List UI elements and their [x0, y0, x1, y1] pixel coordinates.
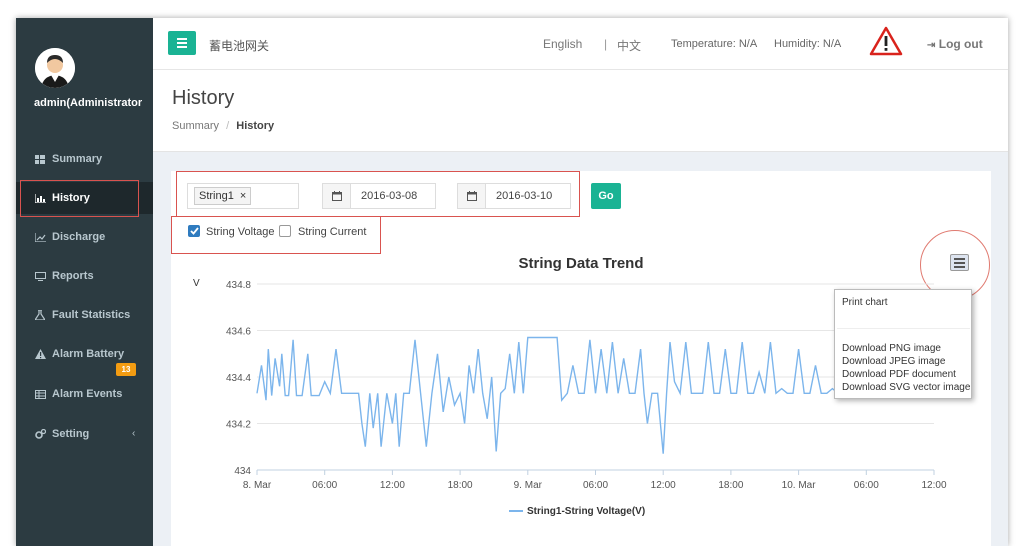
x-tick-label: 06:00	[312, 480, 337, 491]
sidebar-item-discharge[interactable]: Discharge	[16, 221, 153, 253]
y-tick-label: 434.8	[226, 280, 251, 291]
history-highlight-box	[20, 180, 139, 217]
sidebar-item-label: Alarm Events	[52, 388, 123, 400]
app-title: 蓄电池网关	[209, 39, 270, 53]
lang-english-link[interactable]: English	[543, 37, 582, 51]
alarm-warning-icon[interactable]	[869, 26, 903, 56]
y-axis-ticks: 434 434.2 434.4 434.6 434.8	[226, 280, 251, 477]
x-axis-ticks: 8. Mar 06:00 12:00 18:00 9. Mar 06:00 12:00 18:…	[243, 470, 947, 491]
y-tick-label: 434.4	[226, 373, 251, 384]
temperature-readout: Temperature: N/A	[671, 38, 758, 50]
user-avatar-icon	[35, 48, 75, 88]
logout-button[interactable]: ⇥ Log out	[927, 37, 983, 51]
sidebar-item-label: Summary	[52, 153, 103, 165]
dashboard-icon	[34, 153, 46, 165]
menu-item-print[interactable]: Print chart	[842, 297, 888, 308]
legend-item[interactable]: String1-String Voltage(V)	[527, 506, 645, 517]
warning-icon	[34, 348, 46, 360]
avatar	[35, 48, 75, 88]
chevron-left-icon[interactable]: ‹	[132, 428, 135, 439]
x-tick-label: 10. Mar	[782, 480, 817, 491]
y-tick-label: 434.2	[226, 420, 251, 431]
x-tick-label: 8. Mar	[243, 480, 272, 491]
menu-item-svg[interactable]: Download SVG vector image	[842, 382, 970, 393]
top-header: 蓄电池网关 English | 中文 Temperature: N/A Humi…	[153, 18, 1008, 70]
x-tick-label: 12:00	[651, 480, 676, 491]
flask-icon	[34, 309, 46, 321]
humidity-readout: Humidity: N/A	[774, 38, 842, 50]
sidebar: admin(Administrator Summary History Disc…	[16, 18, 153, 546]
x-tick-label: 18:00	[718, 480, 743, 491]
page-title: History	[172, 87, 235, 109]
y-tick-label: 434	[234, 466, 251, 477]
sign-out-icon: ⇥	[927, 40, 936, 51]
menu-item-png[interactable]: Download PNG image	[842, 343, 941, 354]
table-icon	[34, 388, 46, 400]
x-tick-label: 12:00	[921, 480, 946, 491]
x-tick-label: 18:00	[448, 480, 473, 491]
alarm-count-badge: 13	[116, 363, 136, 376]
content-header: History Summary / History	[153, 70, 1008, 152]
x-tick-label: 12:00	[380, 480, 405, 491]
chart-grid	[257, 283, 934, 471]
menu-divider	[837, 328, 970, 329]
sidebar-item-label: Discharge	[52, 231, 106, 243]
sidebar-item-label: Setting	[52, 428, 90, 440]
lang-separator: |	[604, 37, 608, 51]
sidebar-item-fault-statistics[interactable]: Fault Statistics	[16, 299, 153, 331]
breadcrumb: Summary / History	[172, 120, 274, 132]
line-chart-icon	[34, 231, 46, 243]
y-axis-label: V	[193, 278, 200, 289]
user-name: admin(Administrator	[34, 97, 143, 109]
app-window: admin(Administrator Summary History Disc…	[16, 18, 1008, 546]
x-tick-label: 06:00	[854, 480, 879, 491]
sidebar-item-alarm-events[interactable]: Alarm Events	[16, 378, 153, 410]
menu-toggle-button[interactable]	[168, 31, 196, 55]
x-tick-label: 06:00	[583, 480, 608, 491]
menu-item-jpeg[interactable]: Download JPEG image	[842, 356, 945, 367]
logout-label: Log out	[938, 37, 983, 51]
monitor-icon	[34, 270, 46, 282]
user-panel: admin(Administrator	[16, 18, 153, 138]
sidebar-item-label: Fault Statistics	[52, 309, 131, 321]
breadcrumb-divider: /	[226, 120, 230, 132]
menu-item-pdf[interactable]: Download PDF document	[842, 369, 956, 380]
breadcrumb-current: History	[236, 120, 275, 132]
breadcrumb-summary-link[interactable]: Summary	[172, 120, 219, 132]
sidebar-item-summary[interactable]: Summary	[16, 143, 153, 175]
x-tick-label: 9. Mar	[514, 480, 543, 491]
lang-chinese-link[interactable]: 中文	[617, 37, 641, 54]
sidebar-item-reports[interactable]: Reports	[16, 260, 153, 292]
sidebar-item-label: Alarm Battery	[52, 348, 125, 360]
chart-export-menu: Print chart Download PNG image Download …	[834, 289, 972, 399]
y-tick-label: 434.6	[226, 327, 251, 338]
sidebar-item-label: Reports	[52, 270, 94, 282]
series-line-string-voltage[interactable]	[256, 336, 934, 454]
cogs-icon	[34, 428, 46, 440]
